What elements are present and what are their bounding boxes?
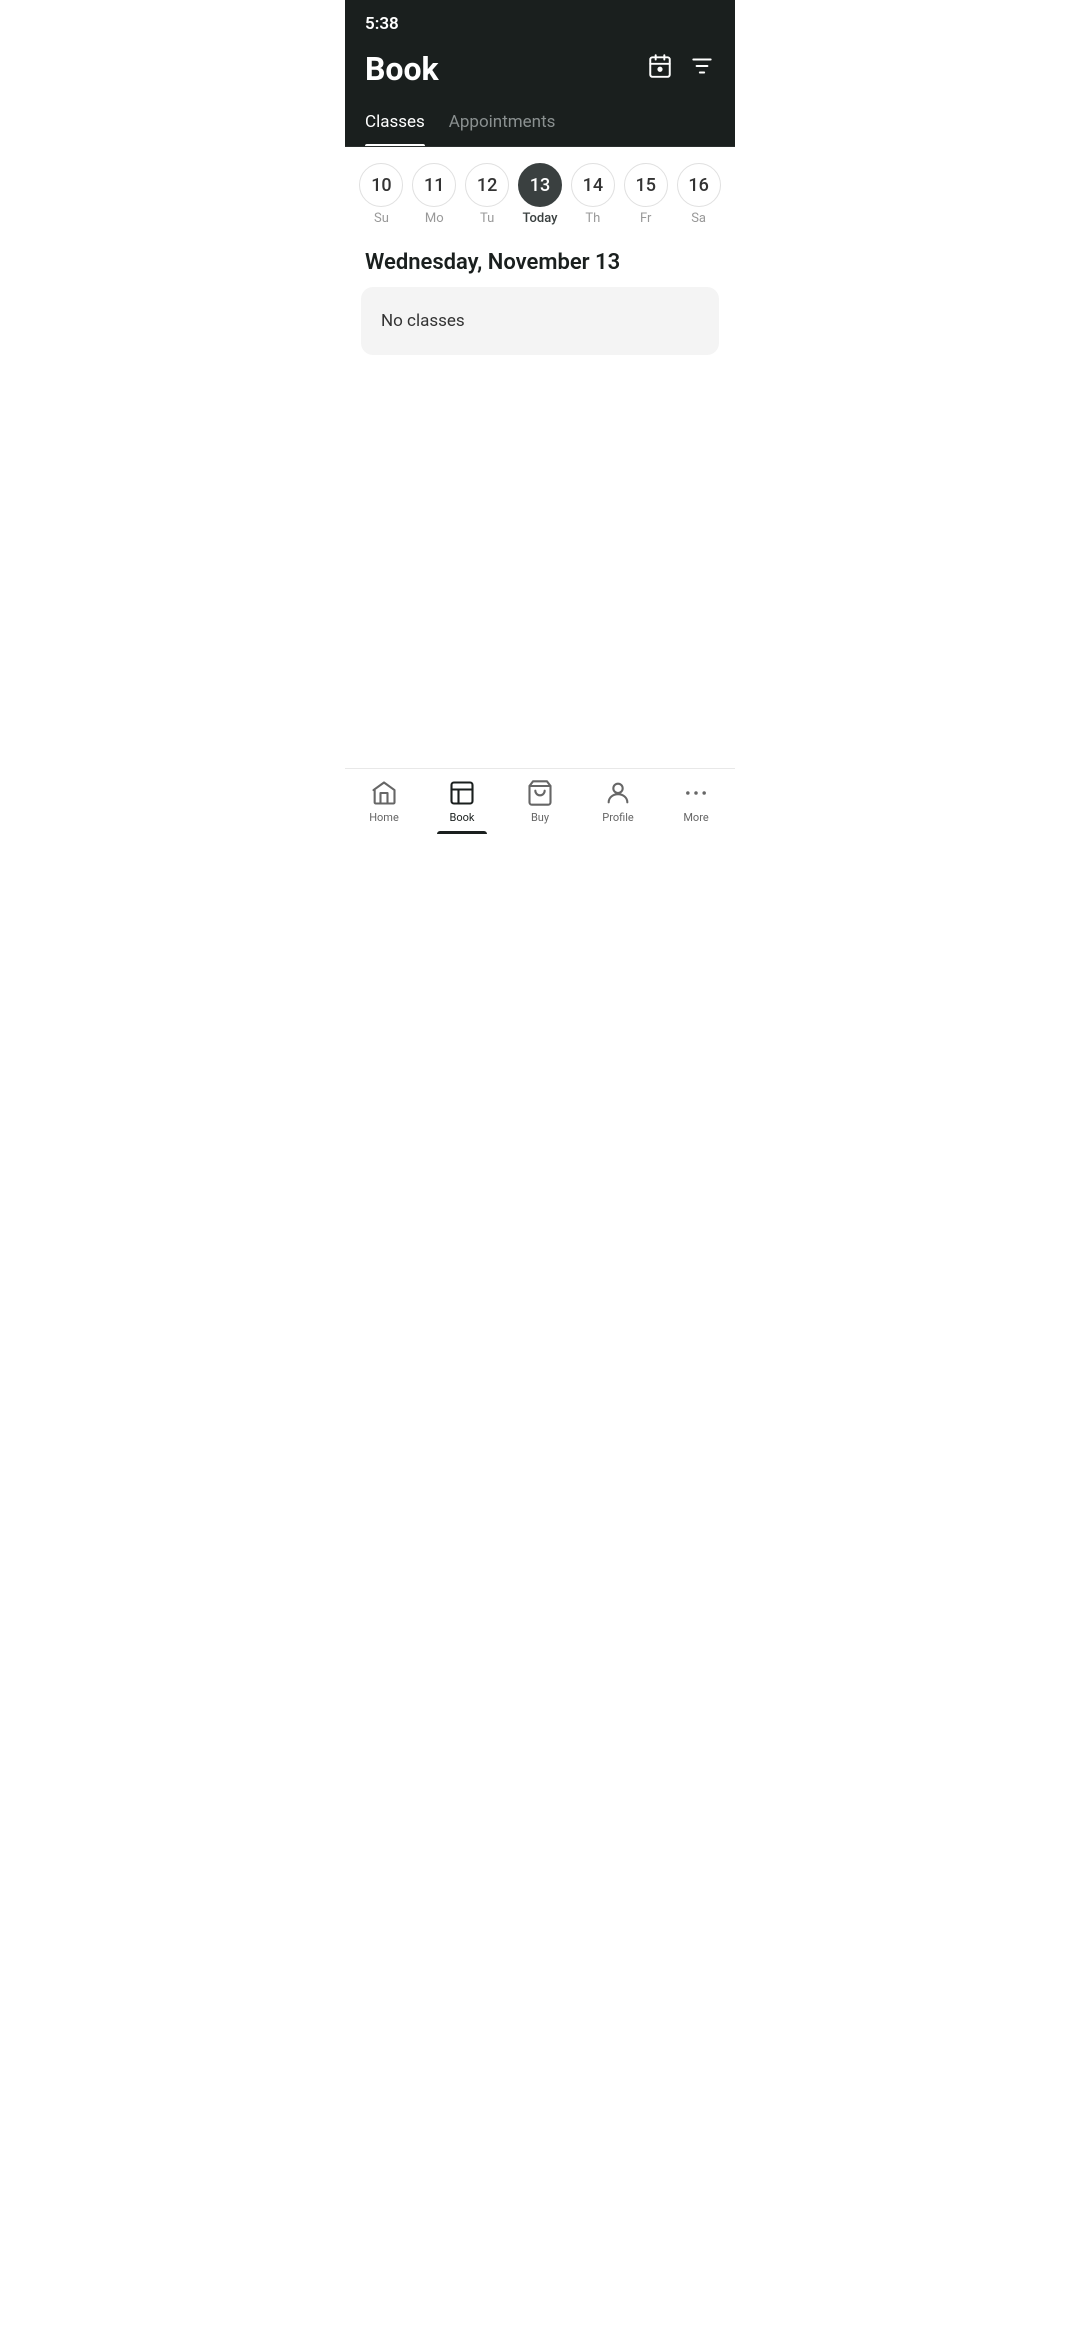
day-label-th: Th <box>585 211 600 226</box>
day-number-10: 10 <box>359 163 403 207</box>
page-title: Book <box>365 50 439 88</box>
tab-bar: Classes Appointments <box>345 100 735 147</box>
nav-label-buy: Buy <box>531 811 549 824</box>
nav-label-book: Book <box>450 811 475 824</box>
day-number-16: 16 <box>677 163 721 207</box>
calendar-day-14[interactable]: 14 Th <box>568 163 617 226</box>
nav-label-profile: Profile <box>602 811 633 824</box>
day-label-fr: Fr <box>640 211 651 226</box>
calendar-day-10[interactable]: 10 Su <box>357 163 406 226</box>
bottom-nav: Home Book Buy Profile More <box>345 768 735 844</box>
header-actions <box>647 53 715 85</box>
calendar-day-11[interactable]: 11 Mo <box>410 163 459 226</box>
day-label-today: Today <box>522 211 557 226</box>
nav-label-more: More <box>683 811 708 824</box>
day-label-su: Su <box>374 211 389 226</box>
no-classes-card: No classes <box>361 287 719 355</box>
nav-item-buy[interactable]: Buy <box>501 779 579 824</box>
day-number-15: 15 <box>624 163 668 207</box>
calendar-day-15[interactable]: 15 Fr <box>621 163 670 226</box>
nav-item-book[interactable]: Book <box>423 779 501 824</box>
profile-icon <box>604 779 632 807</box>
calendar-day-12[interactable]: 12 Tu <box>463 163 512 226</box>
day-number-13-today: 13 <box>518 163 562 207</box>
nav-item-more[interactable]: More <box>657 779 735 824</box>
selected-date-heading: Wednesday, November 13 <box>345 234 735 287</box>
day-label-mo: Mo <box>425 211 444 226</box>
calendar-day-13[interactable]: 13 Today <box>516 163 565 226</box>
day-label-sa: Sa <box>691 211 706 226</box>
nav-item-home[interactable]: Home <box>345 779 423 824</box>
calendar-strip: 10 Su 11 Mo 12 Tu 13 Today 14 Th 15 Fr 1… <box>345 147 735 234</box>
day-number-14: 14 <box>571 163 615 207</box>
no-classes-message: No classes <box>381 311 465 331</box>
filter-icon[interactable] <box>689 53 715 85</box>
tab-appointments[interactable]: Appointments <box>449 100 556 146</box>
content-area: No classes <box>345 287 735 355</box>
header: Book <box>345 42 735 100</box>
nav-label-home: Home <box>369 811 399 824</box>
day-number-12: 12 <box>465 163 509 207</box>
day-label-tu: Tu <box>480 211 494 226</box>
status-time: 5:38 <box>365 14 399 34</box>
nav-item-profile[interactable]: Profile <box>579 779 657 824</box>
book-icon <box>448 779 476 807</box>
calendar-icon[interactable] <box>647 53 673 85</box>
buy-icon <box>526 779 554 807</box>
tab-classes[interactable]: Classes <box>365 100 425 146</box>
day-number-11: 11 <box>412 163 456 207</box>
calendar-day-16[interactable]: 16 Sa <box>674 163 723 226</box>
more-icon <box>682 779 710 807</box>
home-icon <box>370 779 398 807</box>
status-bar: 5:38 <box>345 0 735 42</box>
